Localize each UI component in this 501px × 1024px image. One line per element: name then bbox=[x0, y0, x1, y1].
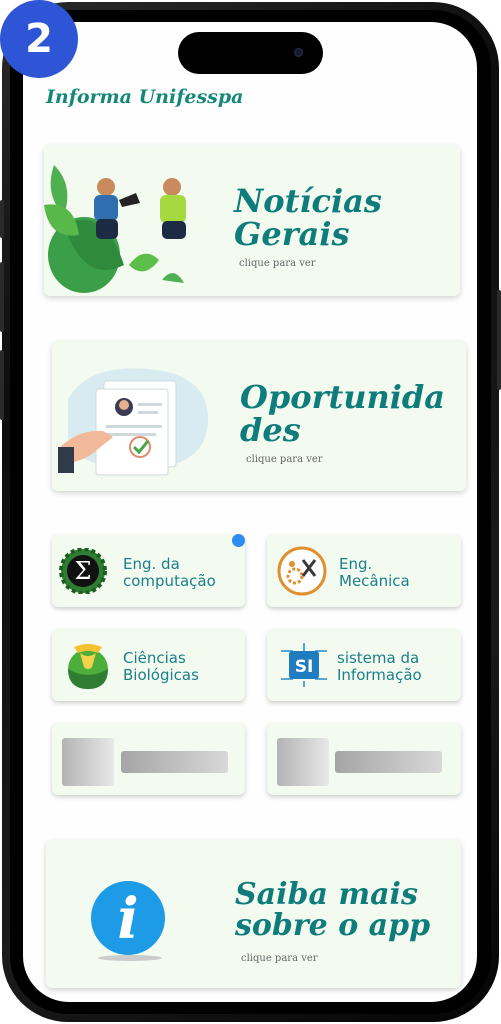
course-card-ciencias-biologicas[interactable]: Ciências Biológicas bbox=[52, 629, 245, 701]
course-card-placeholder bbox=[267, 723, 461, 795]
students-jumping-illustration bbox=[44, 165, 186, 293]
app-title: Informa Unifesspa bbox=[46, 86, 244, 108]
placeholder-text bbox=[335, 751, 442, 773]
placeholder-image bbox=[277, 738, 329, 786]
svg-text:SI: SI bbox=[295, 657, 314, 677]
news-title-line2: Gerais bbox=[234, 214, 350, 253]
course-label: Ciências Biológicas bbox=[123, 649, 199, 684]
about-card[interactable]: i Saiba mais sobre o app clique para ver bbox=[46, 840, 461, 988]
biology-flask-icon bbox=[68, 644, 108, 689]
side-button bbox=[0, 262, 4, 332]
opportunities-title-line2: des bbox=[240, 410, 301, 449]
side-button bbox=[497, 290, 501, 390]
si-circuit-icon: SI bbox=[281, 643, 327, 687]
course-label: sistema da Informação bbox=[337, 649, 422, 684]
course-card-placeholder bbox=[52, 723, 245, 795]
placeholder-text bbox=[121, 751, 228, 773]
resume-approval-illustration bbox=[58, 368, 208, 476]
about-title-line2: sobre o app bbox=[235, 907, 431, 943]
news-hint: clique para ver bbox=[239, 258, 316, 269]
placeholder-image bbox=[62, 738, 114, 786]
course-card-eng-mecanica[interactable]: Eng. Mecânica bbox=[267, 535, 461, 607]
camera-icon bbox=[294, 48, 303, 57]
about-title: Saiba mais sobre o app bbox=[235, 879, 431, 943]
news-card[interactable]: Notícias Gerais clique para ver bbox=[44, 145, 460, 296]
course-card-eng-computacao[interactable]: Σ Eng. da computação bbox=[52, 535, 245, 607]
about-hint: clique para ver bbox=[241, 953, 318, 964]
side-button bbox=[0, 200, 4, 238]
course-label: Eng. Mecânica bbox=[339, 555, 410, 590]
dynamic-island bbox=[178, 32, 323, 74]
step-badge: 2 bbox=[0, 0, 78, 78]
course-card-sistema-informacao[interactable]: SI sistema da Informação bbox=[267, 629, 461, 701]
gear-tools-icon bbox=[277, 546, 327, 596]
svg-text:Σ: Σ bbox=[75, 557, 92, 585]
opportunities-card[interactable]: Oportunida des clique para ver bbox=[52, 341, 466, 491]
svg-text:i: i bbox=[117, 886, 138, 952]
course-label: Eng. da computação bbox=[123, 555, 216, 590]
notification-dot bbox=[232, 534, 245, 547]
info-icon: i bbox=[91, 881, 165, 961]
side-button bbox=[0, 350, 4, 420]
opportunities-title: Oportunida des bbox=[240, 381, 445, 446]
opportunities-hint: clique para ver bbox=[246, 454, 323, 465]
sigma-gear-icon: Σ bbox=[59, 548, 107, 594]
news-title: Notícias Gerais bbox=[234, 185, 382, 250]
